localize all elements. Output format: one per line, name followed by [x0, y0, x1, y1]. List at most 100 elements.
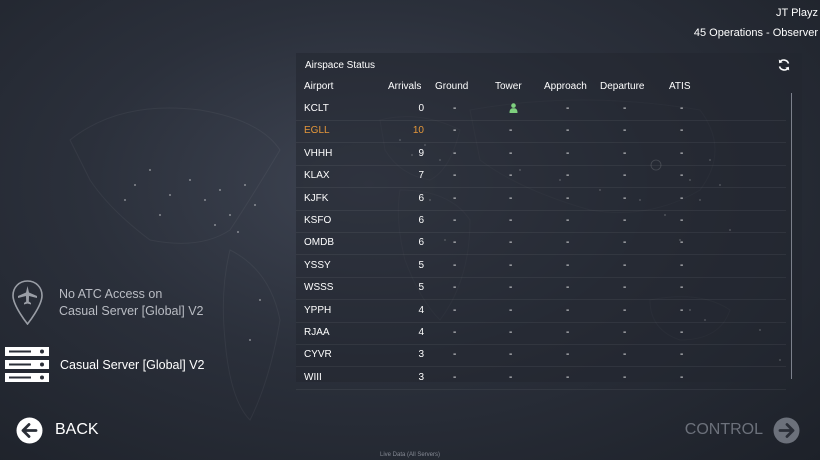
cell-airport: KSFO — [304, 215, 332, 226]
cell-atis: - — [680, 304, 684, 316]
cell-tower: - — [509, 282, 513, 294]
table-row[interactable]: WIII 3 - - - - - — [296, 367, 786, 390]
cell-arrivals: 6 — [418, 215, 424, 226]
cell-approach: - — [566, 327, 570, 338]
back-button[interactable]: BACK — [16, 416, 99, 444]
control-button[interactable]: CONTROL — [685, 416, 800, 444]
cell-departure: - — [623, 215, 627, 226]
cell-approach: - — [566, 371, 570, 383]
table-row[interactable]: VHHH 9 - - - - - — [296, 143, 786, 166]
column-header-arrivals[interactable]: Arrivals — [388, 76, 421, 98]
cell-atis: - — [680, 349, 684, 361]
cell-atis: - — [680, 259, 684, 271]
scrollbar[interactable] — [791, 93, 792, 379]
table-row[interactable]: EGLL 10 - - - - - — [296, 120, 786, 144]
cell-ground: - — [453, 192, 457, 204]
column-header-approach[interactable]: Approach — [544, 76, 587, 98]
cell-departure: - — [623, 282, 627, 294]
cell-departure: - — [623, 237, 627, 249]
table-row[interactable]: YPPH 4 - - - - - — [296, 300, 786, 323]
cell-airport: WIII — [304, 371, 322, 383]
table-row[interactable]: OMDB 6 - - - - - — [296, 232, 786, 256]
cell-departure: - — [623, 147, 627, 159]
cell-ground: - — [453, 103, 457, 114]
cell-ground: - — [453, 282, 457, 294]
cell-tower: - — [509, 192, 513, 204]
cell-tower: - — [509, 125, 513, 137]
cell-departure: - — [623, 327, 627, 338]
cell-approach: - — [566, 237, 570, 249]
column-header-tower[interactable]: Tower — [495, 76, 522, 98]
cell-ground: - — [453, 170, 457, 182]
cell-airport: RJAA — [304, 327, 330, 338]
cell-airport: KJFK — [304, 192, 329, 204]
cell-arrivals: 10 — [412, 125, 424, 137]
cell-atis: - — [680, 282, 684, 294]
cell-approach: - — [566, 215, 570, 226]
cell-ground: - — [453, 147, 457, 159]
table-row[interactable]: YSSY 5 - - - - - — [296, 255, 786, 278]
cell-departure: - — [623, 304, 627, 316]
table-row[interactable]: RJAA 4 - - - - - — [296, 322, 786, 345]
cell-approach: - — [566, 304, 570, 316]
user-status: 45 Operations - Observer — [693, 27, 818, 39]
cell-tower: - — [509, 147, 513, 159]
cell-tower: - — [509, 237, 513, 249]
cell-tower: - — [509, 215, 513, 226]
cell-atis: - — [680, 192, 684, 204]
cell-ground: - — [453, 304, 457, 316]
cell-atis: - — [680, 237, 684, 249]
cell-airport: KCLT — [304, 103, 329, 114]
table-row[interactable]: KLAX 7 - - - - - — [296, 165, 786, 189]
table-row[interactable]: KCLT 0 - - - - — [296, 98, 786, 121]
controller-icon — [509, 103, 518, 114]
table-row[interactable]: KJFK 6 - - - - - — [296, 188, 786, 211]
cell-approach: - — [566, 125, 570, 137]
cell-tower: - — [509, 259, 513, 271]
cell-airport: VHHH — [304, 147, 333, 159]
atc-access-line1: No ATC Access on — [59, 287, 163, 301]
cell-departure: - — [623, 103, 627, 114]
cell-ground: - — [453, 237, 457, 249]
back-arrow-icon — [16, 417, 43, 443]
cell-approach: - — [566, 259, 570, 271]
cell-ground: - — [453, 371, 457, 383]
atc-access-message: No ATC Access on Casual Server [Global] … — [59, 286, 204, 320]
cell-departure: - — [623, 192, 627, 204]
server-icon — [5, 347, 49, 382]
cell-arrivals: 5 — [418, 259, 424, 271]
column-header-departure[interactable]: Departure — [600, 76, 644, 98]
cell-arrivals: 9 — [418, 147, 424, 159]
cell-departure: - — [623, 125, 627, 137]
table-row[interactable]: CYVR 3 - - - - - — [296, 344, 786, 368]
table-row[interactable]: KSFO 6 - - - - - — [296, 210, 786, 233]
cell-airport: YSSY — [304, 259, 331, 271]
cell-tower: - — [509, 304, 513, 316]
location-pin-airplane-icon — [12, 280, 43, 325]
table-header: Airport Arrivals Ground Tower Approach D… — [296, 76, 786, 98]
table-row[interactable]: WSSS 5 - - - - - — [296, 277, 786, 301]
cell-tower: - — [509, 349, 513, 361]
panel-title: Airspace Status — [305, 60, 376, 71]
server-name[interactable]: Casual Server [Global] V2 — [60, 358, 205, 372]
airspace-status-panel: Airspace Status Airport Arrivals Ground … — [296, 53, 802, 390]
cell-departure: - — [623, 170, 627, 182]
cell-ground: - — [453, 259, 457, 271]
cell-atis: - — [680, 371, 684, 383]
cell-atis: - — [680, 327, 684, 338]
user-info: JT Playz 45 Operations - Observer — [694, 3, 818, 43]
cell-ground: - — [453, 349, 457, 361]
cell-tower: - — [509, 327, 513, 338]
cell-airport: OMDB — [304, 237, 334, 249]
column-header-airport[interactable]: Airport — [304, 76, 333, 98]
cell-arrivals: 7 — [418, 170, 424, 182]
cell-arrivals: 4 — [418, 304, 424, 316]
column-header-ground[interactable]: Ground — [435, 76, 468, 98]
cell-airport: EGLL — [304, 125, 330, 137]
column-header-atis[interactable]: ATIS — [669, 76, 690, 98]
forward-arrow-icon — [773, 417, 800, 443]
footer-text: Live Data (All Servers) — [379, 452, 441, 458]
cell-atis: - — [680, 147, 684, 159]
cell-ground: - — [453, 327, 457, 338]
refresh-icon[interactable] — [777, 58, 791, 72]
